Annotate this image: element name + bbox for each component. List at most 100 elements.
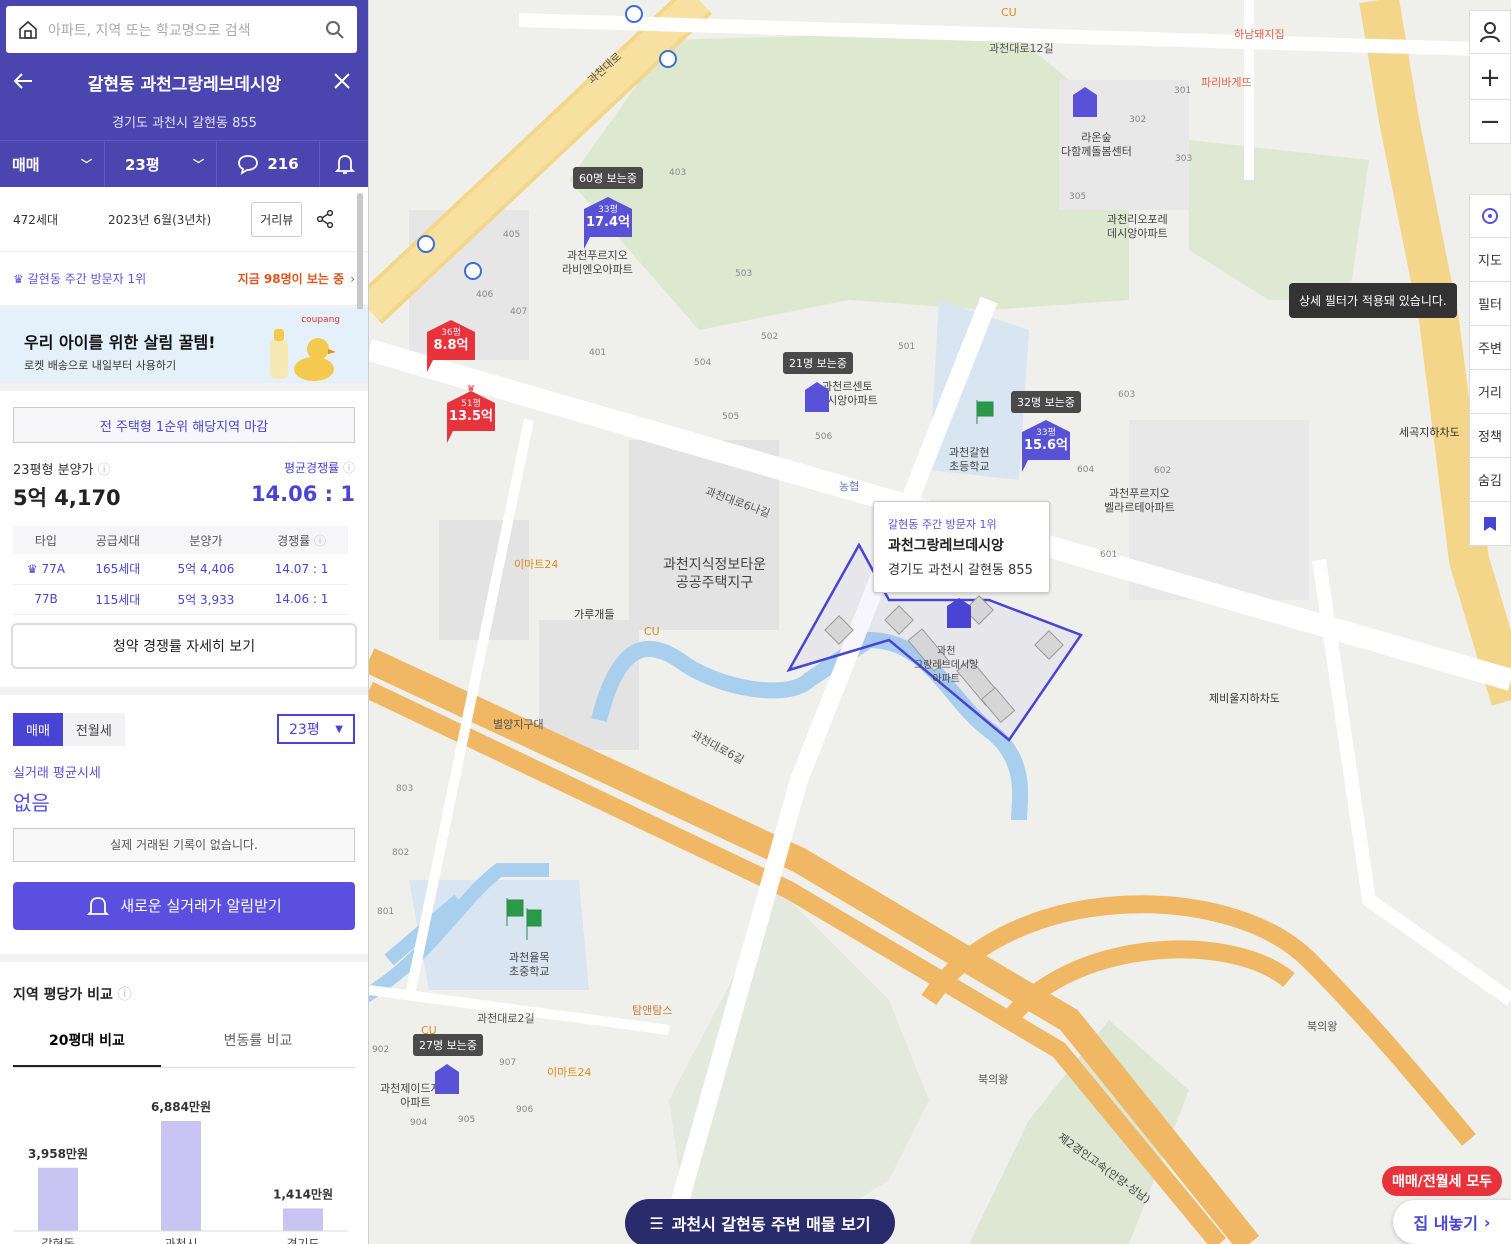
price-pin[interactable]: 33평 17.4억 [582,197,634,249]
close-icon[interactable] [333,72,351,90]
side-hide-button[interactable]: 숨김 [1469,458,1511,502]
tab-change-rate[interactable]: 변동률 비교 [161,1020,355,1067]
comments-button[interactable]: 216 [217,141,320,187]
map-label[interactable]: 과천푸르지오 라비엔오아파트 [562,249,633,277]
column-header: 타입 [13,526,79,554]
bar-value-label: 1,414만원 [273,1186,333,1201]
map-label[interactable]: 라온숲 다함께돌봄센터 [1061,131,1132,159]
map-label[interactable]: 파리바게뜨 [1201,74,1252,90]
help-icon[interactable]: ⓘ [98,463,111,478]
map-base [369,0,1511,1244]
viewer-count-badge[interactable]: 60명 보는중 [573,167,643,189]
user-icon [1480,22,1500,43]
size-select-value: 23평 [289,722,320,738]
price-pin[interactable]: 36평 8.8억 [425,320,477,372]
bar-value-label: 6,884만원 [151,1099,211,1114]
ratio-detail-button[interactable]: 청약 경쟁률 자세히 보기 [11,622,357,669]
viewer-count-badge[interactable]: 32명 보는중 [1011,391,1081,413]
share-icon[interactable] [316,210,334,228]
avg-ratio-label: 평균경쟁률 [283,461,340,475]
back-arrow-icon[interactable] [12,70,34,92]
presale-label: 23평형 분양가 [13,463,94,478]
side-nearby-button[interactable]: 주변 [1469,326,1511,370]
user-button[interactable] [1469,10,1511,54]
school-flag-icon[interactable] [975,398,995,424]
side-distance-button[interactable]: 거리 [1469,370,1511,414]
map-label: 가루개들 [574,608,615,621]
house-marker-icon[interactable] [433,1062,461,1096]
list-home-label: 집 내놓기 [1413,1214,1478,1233]
bookmark-button[interactable] [1469,502,1511,546]
help-icon[interactable]: ⓘ [343,461,355,475]
map-label[interactable]: 이마트24 [514,556,558,572]
no-record-notice: 실제 거래된 기록이 없습니다. [13,827,355,862]
map-label[interactable]: 이마트24 [547,1064,591,1080]
size-select[interactable]: 23평 ▼ [277,714,355,744]
zoom-out-button[interactable]: − [1469,100,1511,144]
avg-ratio: 14.06 : 1 [250,482,355,506]
map-label[interactable]: CU [644,625,660,638]
search-input[interactable]: 아파트, 지역 또는 학교명으로 검색 [48,20,325,40]
viewer-count-badge[interactable]: 27명 보는중 [413,1034,483,1056]
bus-stop-icon[interactable] [624,4,644,24]
visitor-rank-row[interactable]: ♛ 갈현동 주간 방문자 1위 지금 98명이 보는 중 › [0,251,368,309]
deal-type-pill[interactable]: 매매/전월세 모두 [1382,1166,1503,1196]
tab-20py-compare[interactable]: 20평대 비교 [13,1020,161,1067]
map-label[interactable]: CU [1001,6,1017,19]
column-header: 공급세대 [78,526,157,554]
tab-rent[interactable]: 전월세 [62,712,125,746]
map-label[interactable]: 과천리오포레 데시앙아파트 [1107,213,1168,241]
map-label: 세곡지하차도 [1399,426,1460,439]
house-marker-icon[interactable] [1071,85,1099,119]
location-button[interactable] [1469,194,1511,238]
list-home-button[interactable]: 집 내놓기 › [1393,1200,1511,1244]
map-label[interactable]: 과천율목 초중학교 [509,951,549,979]
bar-category-label: 갈현동 [41,1237,74,1244]
nearby-listings-button[interactable]: ☰ 과천시 갈현동 주변 매물 보기 [625,1199,895,1244]
map-label[interactable]: 탐앤탐스 [632,1002,672,1018]
trade-alert-button[interactable]: 새로운 실거래가 알림받기 [13,881,355,930]
house-marker-icon[interactable] [803,380,831,414]
built-date: 2023년 6월(3년차) [108,212,212,227]
trade-alert-label: 새로운 실거래가 알림받기 [120,897,282,915]
zoom-in-button[interactable]: + [1469,56,1511,100]
map-label[interactable]: 과천 그랑레브데시앙 아파트 [914,645,978,687]
ad-brand: coupang [301,315,340,325]
price-pin[interactable]: 33평 15.6억 [1020,420,1072,472]
map-label: 과천대로2길 [477,1012,535,1025]
visitor-rank-badge: 갈현동 주간 방문자 1위 [888,518,997,531]
map-label[interactable]: 하남돼지집 [1234,26,1285,42]
price-pin[interactable]: ♛ 51평 13.5억 [445,385,497,443]
table-row[interactable]: ♛ 77A 165세대 5억 4,406 14.07 : 1 [13,554,348,585]
school-flag-icon[interactable] [505,896,545,942]
ad-banner[interactable]: 우리 아이를 위한 살림 꿀템! 로켓 배송으로 내일부터 사용하기 coupa… [0,309,368,391]
help-icon[interactable]: ⓘ [314,534,326,548]
bar-category-label: 과천시 [164,1236,197,1244]
complex-popup[interactable]: 갈현동 주간 방문자 1위 과천그랑레브데시앙 경기도 과천시 갈현동 855 [873,501,1050,593]
map-label[interactable]: 농협 [839,478,859,494]
help-icon[interactable]: ⓘ [118,987,132,1003]
tab-sale[interactable]: 매매 [13,712,63,746]
side-filter-button[interactable]: 필터 [1469,282,1511,326]
search-bar[interactable]: 아파트, 지역 또는 학교명으로 검색 [6,6,357,53]
alert-button[interactable] [320,141,368,187]
bus-stop-icon[interactable] [463,261,483,281]
street-view-button[interactable]: 거리뷰 [251,201,303,237]
crown-icon: ♛ [13,271,24,286]
map-view[interactable]: 과천푸르지오 라비엔오아파트 과천르센토 데시앙아파트 과천갈현 초등학교 과천… [369,0,1511,1244]
panel-scrollbar[interactable] [357,193,363,323]
house-marker-icon[interactable] [945,596,973,630]
map-label[interactable]: 과천갈현 초등학교 [949,446,989,474]
chevron-right-icon: › [350,271,355,286]
map-label[interactable]: 과천푸르지오 벨라르테아파트 [1104,487,1175,515]
trade-type-dropdown[interactable]: 매매 ﹀ [0,141,105,187]
size-dropdown[interactable]: 23평 ﹀ [105,141,217,187]
table-row[interactable]: 77B 115세대 5억 3,933 14.06 : 1 [13,584,348,615]
bus-stop-icon[interactable] [658,49,678,69]
search-icon[interactable] [325,20,345,40]
side-map-button[interactable]: 지도 [1469,238,1511,282]
side-policy-button[interactable]: 정책 [1469,414,1511,458]
viewer-count-badge[interactable]: 21명 보는중 [783,352,853,374]
bus-stop-icon[interactable] [416,234,436,254]
map-label[interactable]: 별양지구대 [493,716,544,732]
